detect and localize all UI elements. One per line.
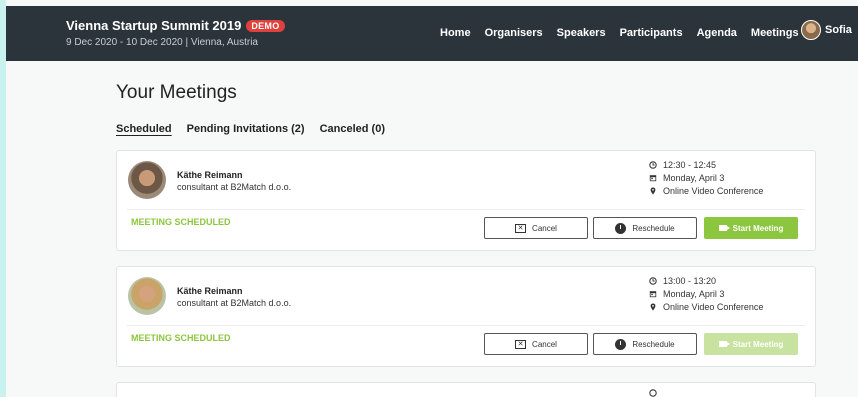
nav-agenda[interactable]: Agenda xyxy=(697,27,737,39)
top-navigation-bar: Vienna Startup Summit 2019 DEMO 9 Dec 20… xyxy=(6,6,858,61)
reschedule-clock-icon xyxy=(615,338,627,350)
cancel-x-icon: ✕ xyxy=(515,339,527,349)
cancel-x-icon: ✕ xyxy=(515,223,527,233)
user-avatar xyxy=(801,20,821,40)
nav-speakers[interactable]: Speakers xyxy=(557,27,606,39)
user-menu[interactable]: Sofia xyxy=(801,20,852,40)
meeting-info: 12:30 - 12:45 Monday, April 3 Online Vid… xyxy=(649,158,763,197)
meeting-date: Monday, April 3 xyxy=(663,288,725,299)
clock-icon xyxy=(649,276,657,285)
participant-role: consultant at B2Match d.o.o. xyxy=(177,298,292,308)
video-camera-icon xyxy=(718,341,730,347)
calendar-icon xyxy=(649,290,657,297)
meeting-time: 12:30 - 12:45 xyxy=(663,159,717,170)
start-meeting-button[interactable]: Start Meeting xyxy=(704,217,798,239)
clock-icon xyxy=(649,160,657,169)
meeting-location: Online Video Conference xyxy=(663,301,764,312)
participant-role: consultant at B2Match d.o.o. xyxy=(177,182,292,192)
clock-icon xyxy=(649,389,657,397)
nav-organisers[interactable]: Organisers xyxy=(485,27,543,39)
card-divider xyxy=(127,325,805,326)
nav-home[interactable]: Home xyxy=(440,27,471,39)
cancel-button-label: Cancel xyxy=(532,223,557,233)
meeting-status: MEETING SCHEDULED xyxy=(131,333,231,343)
main-nav: Home Organisers Speakers Participants Ag… xyxy=(440,27,799,39)
video-camera-icon xyxy=(718,225,730,231)
meeting-location: Online Video Conference xyxy=(663,185,764,196)
nav-meetings[interactable]: Meetings xyxy=(751,27,799,39)
tab-canceled[interactable]: Canceled (0) xyxy=(320,123,385,135)
event-subtitle: 9 Dec 2020 - 10 Dec 2020 | Vienna, Austr… xyxy=(66,37,258,48)
meeting-info: 13:00 - 13:20 Monday, April 3 Online Vid… xyxy=(649,274,763,313)
meeting-date: Monday, April 3 xyxy=(663,172,725,183)
meeting-card-partial xyxy=(116,382,816,397)
cancel-button-label: Cancel xyxy=(532,339,557,349)
reschedule-button-label: Reschedule xyxy=(632,223,675,233)
location-pin-icon xyxy=(650,186,656,195)
reschedule-button-label: Reschedule xyxy=(632,339,675,349)
participant-avatar[interactable] xyxy=(128,161,166,199)
calendar-icon xyxy=(649,174,657,181)
reschedule-clock-icon xyxy=(615,222,627,234)
start-meeting-button[interactable]: Start Meeting xyxy=(704,333,798,355)
reschedule-button[interactable]: Reschedule xyxy=(593,333,697,355)
participant-name[interactable]: Käthe Reimann xyxy=(177,286,243,296)
meeting-card: Käthe Reimann consultant at B2Match d.o.… xyxy=(116,150,816,251)
location-pin-icon xyxy=(650,302,656,311)
nav-participants[interactable]: Participants xyxy=(620,27,683,39)
event-title[interactable]: Vienna Startup Summit 2019 DEMO xyxy=(66,18,285,33)
cancel-button[interactable]: ✕ Cancel xyxy=(484,217,588,239)
start-meeting-label: Start Meeting xyxy=(732,339,784,349)
meeting-card: Käthe Reimann consultant at B2Match d.o.… xyxy=(116,266,816,367)
participant-avatar[interactable] xyxy=(128,277,166,315)
tab-pending-invitations[interactable]: Pending Invitations (2) xyxy=(187,123,305,135)
demo-badge: DEMO xyxy=(246,19,285,32)
event-title-text: Vienna Startup Summit 2019 xyxy=(66,18,242,33)
tab-scheduled[interactable]: Scheduled xyxy=(116,123,172,135)
user-name: Sofia xyxy=(825,24,852,36)
reschedule-button[interactable]: Reschedule xyxy=(593,217,697,239)
card-divider xyxy=(127,209,805,210)
cancel-button[interactable]: ✕ Cancel xyxy=(484,333,588,355)
meeting-tabs: Scheduled Pending Invitations (2) Cancel… xyxy=(116,123,385,135)
page-title: Your Meetings xyxy=(116,82,237,103)
meeting-status: MEETING SCHEDULED xyxy=(131,217,231,227)
start-meeting-label: Start Meeting xyxy=(732,223,784,233)
participant-name[interactable]: Käthe Reimann xyxy=(177,170,243,180)
meeting-time: 13:00 - 13:20 xyxy=(663,275,717,286)
